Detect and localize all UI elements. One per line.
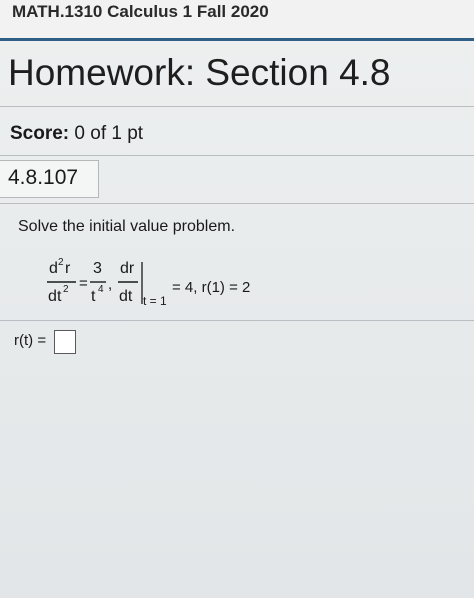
eq-comma: ,	[108, 276, 112, 293]
eq-three: 3	[93, 260, 102, 277]
eq-dr: dr	[120, 260, 135, 277]
differential-equation: d 2 r d t 2 = 3 t 4 , dr dt t = 1 = 4, r…	[47, 257, 250, 308]
eq-equals-1: =	[79, 275, 88, 292]
homework-page: MATH.1310 Calculus 1 Fall 2020 Homework:…	[0, 0, 474, 598]
eq-r-num: r	[65, 260, 71, 277]
eq-t-den: t	[57, 288, 62, 305]
eq-t-exponent: 2	[63, 284, 69, 295]
eq-dt: dt	[119, 288, 133, 305]
answer-label: r(t) =	[14, 332, 47, 349]
eq-d-exponent: 2	[58, 257, 64, 268]
eq-d-num: d	[49, 260, 58, 277]
answer-input[interactable]	[54, 330, 76, 354]
answer-divider	[0, 320, 474, 321]
eq-t4-exponent: 4	[98, 284, 104, 295]
eq-initial-conditions: = 4, r(1) = 2	[172, 279, 250, 296]
eq-dt-den: d	[48, 288, 57, 305]
eq-t4-base: t	[91, 288, 96, 305]
eq-eval-point: t = 1	[143, 294, 167, 308]
